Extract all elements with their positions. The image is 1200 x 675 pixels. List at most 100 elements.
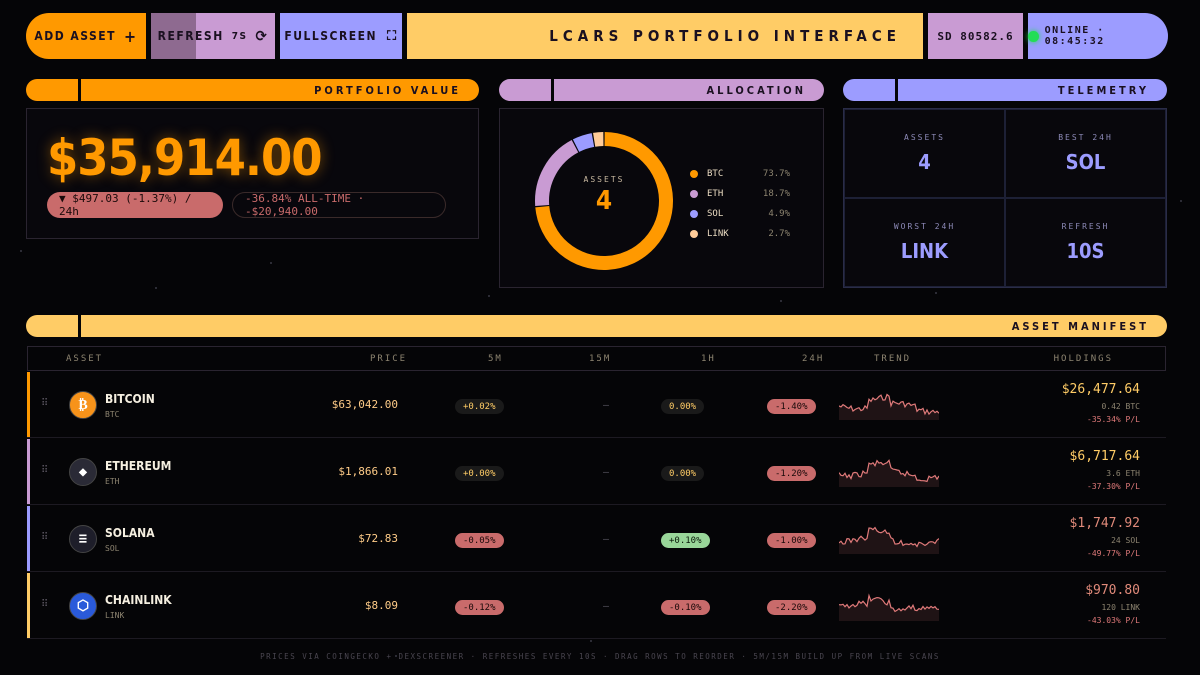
asset-name: CHAINLINK [105, 593, 172, 607]
legend-dot-icon [690, 190, 698, 198]
trend-sparkline [839, 459, 939, 487]
change-24h-badge: -1.00% [767, 533, 816, 548]
telemetry-label: REFRESH [1061, 222, 1110, 231]
donut-slice-sol [572, 133, 595, 153]
change-15m: — [603, 534, 610, 545]
change-24h-badge: -2.20% [767, 600, 816, 615]
legend-name: BTC [707, 169, 724, 179]
drag-handle-icon[interactable]: ⠿ [41, 599, 48, 610]
asset-price: $8.09 [364, 599, 398, 612]
asset-name: BITCOIN [105, 392, 155, 406]
telemetry-header: TELEMETRY [843, 79, 1167, 101]
change-1h-badge: 0.00% [661, 399, 705, 414]
holding-quantity: 24 SOL [1111, 536, 1140, 545]
legend-name: SOL [707, 209, 724, 219]
change-5m-badge: -0.05% [455, 533, 504, 548]
trend-sparkline [839, 526, 939, 554]
footer-note: PRICES VIA COINGECKO + DEXSCREENER · REF… [260, 652, 940, 661]
change-24h-badge: -1.20% [767, 466, 816, 481]
refresh-button[interactable]: REFRESH 7S ⟳ [151, 13, 275, 59]
holding-value: $26,477.64 [1061, 382, 1140, 397]
telemetry-value: 4 [918, 150, 931, 174]
header-notch [78, 79, 81, 101]
add-asset-label: ADD ASSET [34, 29, 117, 43]
trend-sparkline [839, 593, 939, 621]
all-time-badge: -36.84% ALL-TIME · -$20,940.00 [232, 192, 446, 218]
online-status: ONLINE · 08:45:32 [1028, 13, 1168, 59]
header-notch [78, 315, 81, 337]
holding-quantity: 3.6 ETH [1106, 469, 1140, 478]
asset-symbol: LINK [105, 611, 125, 620]
online-indicator-icon [1028, 30, 1039, 42]
refresh-countdown: 7S [231, 30, 248, 42]
holding-value: $6,717.64 [1069, 449, 1140, 464]
portfolio-value: $35,914.00 [47, 129, 323, 187]
table-row[interactable]: ⠿ ≡ SOLANA SOL $72.83 -0.05% — +0.10% -1… [27, 506, 1166, 572]
donut-slice-link [593, 132, 604, 147]
legend-item: ETH 18.7% [690, 184, 790, 204]
row-accent-bar [27, 506, 30, 571]
ethereum-icon: ◆ [69, 458, 97, 486]
change-5m-badge: -0.12% [455, 600, 504, 615]
legend-pct: 2.7% [768, 229, 790, 239]
drag-handle-icon[interactable]: ⠿ [41, 532, 48, 543]
col-1h: 1H [701, 354, 716, 364]
telemetry-panel: ASSETS 4 BEST 24H SOL WORST 24H LINK REF… [843, 108, 1167, 288]
telemetry-value: 10S [1066, 239, 1105, 263]
app-title: LCARS PORTFOLIO INTERFACE [407, 13, 923, 59]
refresh-label: REFRESH [157, 29, 224, 43]
telemetry-header-label: TELEMETRY [1057, 83, 1149, 97]
telemetry-cell-assets: ASSETS 4 [844, 109, 1005, 198]
holding-pl: -43.03% P/L [1087, 616, 1140, 625]
col-24h: 24H [802, 354, 825, 364]
telemetry-value: LINK [900, 239, 949, 263]
change-15m: — [603, 400, 610, 411]
telemetry-cell-worst: WORST 24H LINK [844, 198, 1005, 287]
drag-handle-icon[interactable]: ⠿ [41, 465, 48, 476]
portfolio-header-label: PORTFOLIO VALUE [314, 83, 461, 97]
stardate: SD 80582.6 [928, 13, 1023, 59]
fullscreen-button[interactable]: FULLSCREEN ⛶ [280, 13, 402, 59]
status-text: ONLINE · 08:45:32 [1044, 25, 1105, 47]
asset-name: SOLANA [105, 526, 155, 540]
portfolio-panel: $35,914.00 ▼ $497.03 (-1.37%) / 24h -36.… [26, 108, 479, 239]
change-15m: — [603, 601, 610, 612]
legend-pct: 18.7% [762, 189, 790, 199]
row-accent-bar [27, 372, 30, 437]
manifest-header-label: ASSET MANIFEST [1011, 319, 1149, 333]
asset-price: $1,866.01 [338, 465, 398, 478]
holding-quantity: 0.42 BTC [1101, 402, 1140, 411]
col-price: PRICE [370, 354, 408, 364]
col-5m: 5M [488, 354, 503, 364]
table-row[interactable]: ⠿ ◆ ETHEREUM ETH $1,866.01 +0.00% — 0.00… [27, 439, 1166, 505]
table-row[interactable]: ⠿ ⬡ CHAINLINK LINK $8.09 -0.12% — -0.10%… [27, 573, 1166, 639]
asset-price: $72.83 [358, 532, 398, 545]
change-1h-badge: -0.10% [661, 600, 710, 615]
asset-symbol: ETH [105, 477, 120, 486]
telemetry-cell-refresh: REFRESH 10S [1005, 198, 1166, 287]
change-1h-badge: 0.00% [661, 466, 705, 481]
telemetry-label: ASSETS [904, 133, 945, 142]
telemetry-label: WORST 24H [893, 222, 956, 231]
table-row[interactable]: ⠿ ₿ BITCOIN BTC $63,042.00 +0.02% — 0.00… [27, 372, 1166, 438]
drag-handle-icon[interactable]: ⠿ [41, 398, 48, 409]
legend-item: SOL 4.9% [690, 204, 790, 224]
donut-center-label: ASSETS [583, 175, 625, 184]
legend-dot-icon [690, 170, 698, 178]
top-bar: ADD ASSET + REFRESH 7S ⟳ FULLSCREEN ⛶ LC… [26, 13, 1168, 59]
allocation-panel: ASSETS 4 BTC 73.7% ETH 18.7% SOL 4.9% LI… [499, 108, 824, 288]
allocation-legend: BTC 73.7% ETH 18.7% SOL 4.9% LINK 2.7% [690, 164, 790, 244]
change-1h-badge: +0.10% [661, 533, 710, 548]
allocation-header: ALLOCATION [499, 79, 824, 101]
legend-item: BTC 73.7% [690, 164, 790, 184]
refresh-icon: ⟳ [255, 27, 269, 45]
asset-symbol: BTC [105, 410, 120, 419]
allocation-header-label: ALLOCATION [706, 83, 806, 97]
holding-value: $1,747.92 [1069, 516, 1140, 531]
holding-value: $970.80 [1085, 583, 1140, 598]
telemetry-cell-best: BEST 24H SOL [1005, 109, 1166, 198]
asset-symbol: SOL [105, 544, 120, 553]
manifest-header: ASSET MANIFEST [26, 315, 1167, 337]
add-asset-button[interactable]: ADD ASSET + [26, 13, 146, 59]
telemetry-value: SOL [1065, 150, 1106, 174]
